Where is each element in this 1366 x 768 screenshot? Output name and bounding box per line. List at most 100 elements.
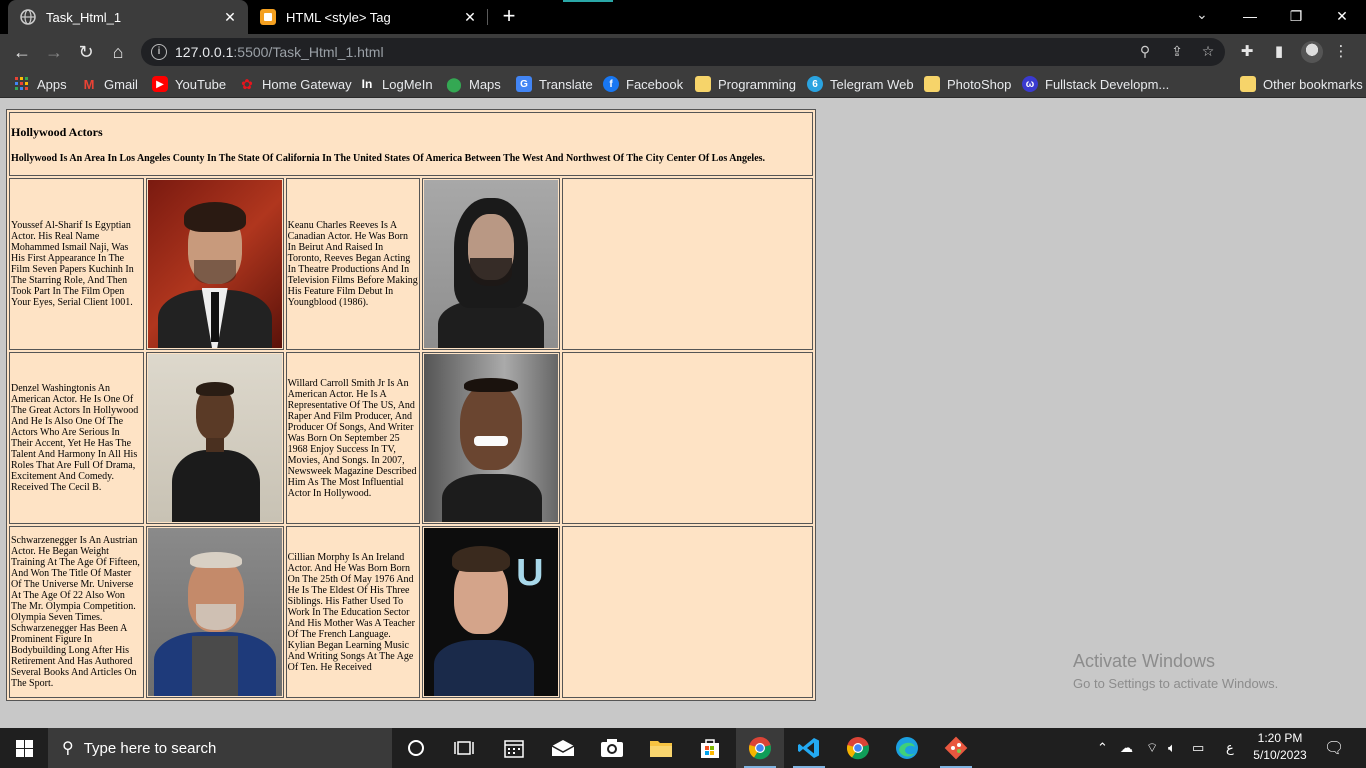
bookmark-programming[interactable]: Programming — [695, 74, 796, 94]
actor-photo — [424, 354, 559, 522]
bookmark-apps[interactable]: Apps — [14, 74, 67, 94]
store-icon — [701, 739, 719, 758]
battery-icon[interactable]: ▭ — [1192, 728, 1204, 768]
taskbar-mail[interactable] — [539, 728, 587, 768]
bookmark-label: Apps — [37, 76, 67, 92]
close-window-button[interactable]: ✕ — [1322, 4, 1362, 28]
volume-icon[interactable]: 🔈︎ — [1168, 728, 1176, 768]
w3schools-icon — [260, 9, 276, 25]
bookmark-logmein[interactable]: In LogMeIn — [359, 74, 433, 94]
cortana-button[interactable] — [392, 728, 440, 768]
taskbar-clock[interactable]: 1:20 PM 5/10/2023 — [1250, 730, 1310, 764]
bookmark-fullstack[interactable]: ω Fullstack Developm... — [1022, 74, 1169, 94]
mail-icon — [551, 740, 575, 756]
bookmark-facebook[interactable]: f Facebook — [603, 74, 683, 94]
actor-photo — [147, 354, 282, 522]
taskbar-search-box[interactable]: ⚲ Type here to search — [48, 728, 392, 768]
address-bar[interactable]: i 127.0.0.1:5500/Task_Html_1.html ⚲ ⇪ ☆ — [141, 38, 1225, 66]
taskbar-calendar[interactable] — [490, 728, 538, 768]
taskbar-chrome[interactable] — [834, 728, 882, 768]
actor-bio: Keanu Charles Reeves Is A Canadian Actor… — [285, 178, 421, 350]
tab-task-html[interactable]: Task_Html_1 ✕ — [8, 0, 248, 34]
bookmark-telegram[interactable]: 6 Telegram Web — [807, 74, 914, 94]
actor-photo-cell — [145, 526, 284, 698]
zoom-icon[interactable]: ⚲ — [1135, 43, 1155, 61]
table-row: Youssef Al-Sharif Is Egyptian Actor. His… — [9, 178, 813, 350]
tray-chevron-icon[interactable]: ⌃ — [1097, 728, 1108, 768]
taskbar-file-explorer[interactable] — [637, 728, 685, 768]
actor-photo-cell — [145, 352, 284, 524]
bookmark-label: Programming — [718, 76, 797, 92]
site-info-icon[interactable]: i — [151, 44, 167, 60]
edge-icon — [896, 737, 918, 759]
task-view-icon — [454, 741, 474, 755]
actor-photo-cell: U — [422, 526, 561, 698]
tab-close-icon[interactable]: ✕ — [218, 9, 242, 26]
empty-cell — [562, 526, 813, 698]
minimize-button[interactable]: — — [1230, 4, 1270, 28]
restore-button[interactable]: ❐ — [1276, 4, 1316, 28]
notifications-icon[interactable]: 🗨︎ — [1324, 728, 1344, 768]
bookmark-youtube[interactable]: ▶ YouTube — [152, 74, 226, 94]
browser-toolbar: ← → ↻ ⌂ i 127.0.0.1:5500/Task_Html_1.htm… — [0, 34, 1366, 70]
side-panel-icon[interactable]: ▮ — [1268, 41, 1290, 63]
onedrive-cloud-icon[interactable]: ☁ — [1120, 728, 1133, 768]
tab-search-chevron-icon[interactable]: ⌄ — [1196, 6, 1208, 23]
actor-bio: Youssef Al-Sharif Is Egyptian Actor. His… — [9, 178, 144, 350]
calendar-icon — [504, 740, 524, 758]
bookmark-gmail[interactable]: M Gmail — [81, 74, 138, 94]
task-view-button[interactable] — [440, 728, 488, 768]
translate-icon: G — [516, 76, 532, 92]
taskbar-store[interactable] — [686, 728, 734, 768]
taskbar-chrome-active[interactable] — [736, 728, 784, 768]
tab-separator — [487, 9, 488, 25]
actor-photo-cell — [145, 178, 284, 350]
bookmark-label: Facebook — [626, 76, 684, 92]
actor-photo-cell — [422, 178, 561, 350]
share-icon[interactable]: ⇪ — [1167, 43, 1187, 61]
bookmark-other[interactable]: Other bookmarks — [1240, 74, 1363, 94]
tab-html-style[interactable]: HTML <style> Tag ✕ — [248, 0, 488, 34]
table-header-cell: Hollywood Actors Hollywood Is An Area In… — [9, 112, 813, 176]
profile-avatar[interactable] — [1301, 41, 1323, 63]
language-indicator[interactable]: ع — [1226, 728, 1234, 768]
bookmark-maps[interactable]: ⬤ Maps — [446, 74, 501, 94]
chrome-icon — [846, 737, 870, 760]
taskbar-git[interactable] — [932, 728, 980, 768]
new-tab-button[interactable]: + — [498, 5, 520, 27]
taskbar-camera[interactable] — [588, 728, 636, 768]
tab-strip-accent — [563, 0, 613, 2]
forward-arrow-icon[interactable]: → — [42, 40, 66, 64]
bookmark-home-gateway[interactable]: ✿ Home Gateway — [239, 74, 352, 94]
back-arrow-icon[interactable]: ← — [10, 40, 34, 64]
reload-icon[interactable]: ↻ — [74, 40, 98, 64]
page-subtitle: Hollywood Is An Area In Los Angeles Coun… — [11, 152, 766, 164]
bookmark-label: YouTube — [175, 76, 227, 92]
bookmark-photoshop[interactable]: PhotoShop — [924, 74, 1011, 94]
extensions-puzzle-icon[interactable]: ✚ — [1236, 41, 1258, 63]
tab-title: Task_Html_1 — [46, 9, 122, 25]
logmein-icon: In — [361, 77, 373, 91]
url-text[interactable]: 127.0.0.1:5500/Task_Html_1.html — [175, 44, 384, 60]
camera-icon — [601, 739, 623, 757]
bookmark-label: Home Gateway — [262, 76, 352, 92]
git-icon — [944, 736, 968, 760]
actor-photo — [424, 180, 559, 348]
start-button[interactable] — [0, 728, 48, 768]
tab-title: HTML <style> Tag — [286, 9, 391, 25]
clock-time: 1:20 PM — [1257, 731, 1303, 745]
actor-bio: Denzel Washingtonis An American Actor. H… — [9, 352, 144, 524]
bookmark-star-icon[interactable]: ☆ — [1198, 43, 1218, 61]
activate-windows-watermark: Activate Windows Go to Settings to activ… — [1073, 651, 1278, 691]
page-viewport: Hollywood Actors Hollywood Is An Area In… — [0, 98, 1366, 728]
taskbar-vscode[interactable] — [785, 728, 833, 768]
network-icon[interactable]: ⌔ — [1146, 728, 1158, 768]
taskbar-edge[interactable] — [883, 728, 931, 768]
folder-icon — [650, 741, 672, 757]
menu-kebab-icon[interactable]: ⋮ — [1330, 41, 1352, 63]
tab-close-icon[interactable]: ✕ — [458, 9, 482, 26]
home-icon[interactable]: ⌂ — [106, 40, 130, 64]
bookmarks-bar: Apps M Gmail ▶ YouTube ✿ Home Gateway In… — [0, 70, 1366, 98]
huawei-icon: ✿ — [241, 75, 253, 92]
bookmark-translate[interactable]: G Translate — [516, 74, 593, 94]
